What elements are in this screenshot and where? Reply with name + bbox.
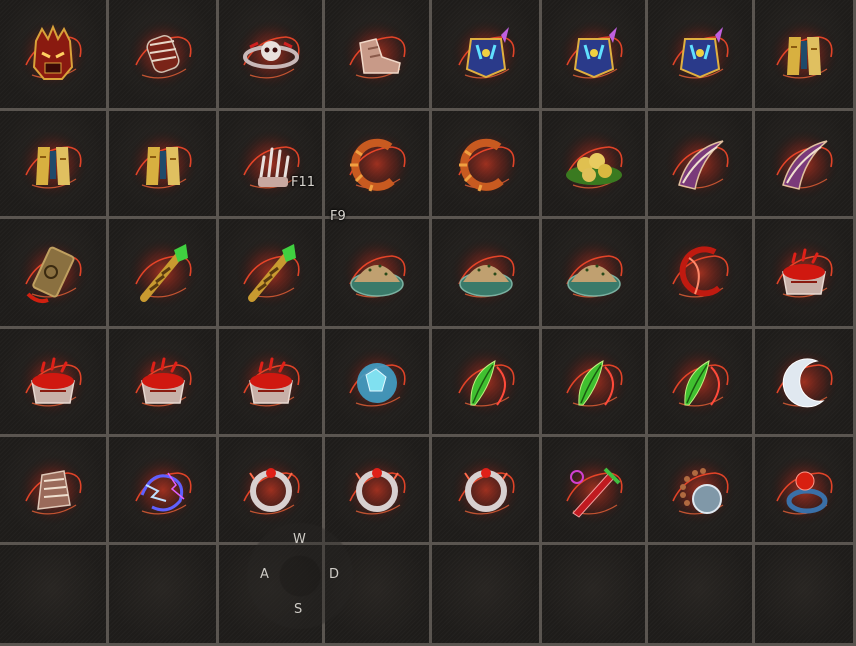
inventory-slot[interactable] [0, 329, 109, 437]
inventory-slot[interactable] [542, 545, 648, 646]
key-w[interactable]: W [293, 532, 306, 547]
inventory-slot[interactable] [755, 329, 856, 437]
inventory-slot[interactable] [755, 0, 856, 111]
jade-scepter-icon[interactable] [234, 236, 307, 309]
silver-ring-icon[interactable] [234, 453, 307, 526]
inventory-grid [0, 0, 856, 646]
bone-gauntlet-icon[interactable] [17, 453, 89, 526]
inventory-slot[interactable] [432, 545, 542, 646]
bead-necklace-icon[interactable] [664, 453, 736, 526]
inventory-slot[interactable] [219, 219, 325, 329]
inventory-slot[interactable] [542, 0, 648, 111]
inventory-slot[interactable] [109, 0, 219, 111]
green-feather-icon[interactable] [664, 345, 736, 418]
gold-robe-icon[interactable] [768, 18, 840, 90]
hotkey-hint-f9: F9 [330, 209, 346, 224]
inventory-slot[interactable] [325, 219, 432, 329]
inventory-slot[interactable] [109, 329, 219, 437]
curved-blade-icon[interactable] [768, 127, 840, 200]
inventory-slot[interactable] [0, 111, 109, 219]
green-feather-icon[interactable] [449, 345, 522, 418]
inventory-slot[interactable] [432, 219, 542, 329]
blood-cauldron-icon[interactable] [126, 345, 199, 418]
inventory-slot[interactable] [648, 329, 755, 437]
inventory-slot[interactable] [542, 111, 648, 219]
silver-ring-icon[interactable] [341, 453, 413, 526]
spiked-bracelet-icon[interactable] [341, 127, 413, 200]
ice-crystal-icon[interactable] [341, 345, 413, 418]
inventory-slot[interactable] [648, 219, 755, 329]
blood-cauldron-icon[interactable] [17, 345, 89, 418]
inventory-slot[interactable] [109, 437, 219, 545]
skull-belt-icon[interactable] [234, 18, 307, 90]
spiked-bracelet-icon[interactable] [449, 127, 522, 200]
inventory-slot[interactable] [219, 329, 325, 437]
inventory-slot[interactable] [0, 219, 109, 329]
gold-robe-icon[interactable] [17, 127, 89, 200]
jade-scepter-icon[interactable] [126, 236, 199, 309]
crimson-ring-icon[interactable] [664, 236, 736, 309]
inventory-slot[interactable] [0, 545, 109, 646]
key-a[interactable]: A [260, 567, 269, 582]
inventory-slot[interactable] [325, 437, 432, 545]
leather-boots-icon[interactable] [341, 18, 413, 90]
inventory-slot[interactable] [755, 545, 856, 646]
jeweled-armor-icon[interactable] [557, 18, 630, 90]
inventory-slot[interactable] [432, 0, 542, 111]
inventory-slot[interactable] [0, 437, 109, 545]
ancient-scroll-icon[interactable] [17, 236, 89, 309]
inventory-slot[interactable] [432, 437, 542, 545]
inventory-slot[interactable] [755, 437, 856, 545]
inventory-slot[interactable] [219, 111, 325, 219]
wasd-movement-pad[interactable]: W A D S [246, 522, 354, 630]
inventory-slot[interactable] [542, 437, 648, 545]
inventory-slot[interactable] [325, 329, 432, 437]
inventory-slot[interactable] [109, 111, 219, 219]
inventory-slot[interactable] [648, 437, 755, 545]
lightning-dragon-icon[interactable] [126, 453, 199, 526]
key-d[interactable]: D [329, 567, 339, 582]
inventory-slot[interactable] [109, 219, 219, 329]
inventory-slot[interactable] [755, 219, 856, 329]
spice-bowl-icon[interactable] [449, 236, 522, 309]
jeweled-armor-icon[interactable] [664, 18, 736, 90]
blood-cauldron-icon[interactable] [768, 236, 840, 309]
inventory-slot[interactable] [0, 0, 109, 111]
hotkey-hint-f11: F11 [291, 175, 316, 190]
key-s[interactable]: S [294, 602, 302, 617]
inventory-slot[interactable] [325, 0, 432, 111]
inventory-slot[interactable] [648, 545, 755, 646]
demon-helmet-icon[interactable] [17, 18, 89, 90]
inventory-slot[interactable] [219, 0, 325, 111]
inventory-slot[interactable] [542, 219, 648, 329]
blood-cauldron-icon[interactable] [234, 345, 307, 418]
inventory-slot[interactable] [432, 329, 542, 437]
silver-crescent-icon[interactable] [768, 345, 840, 418]
inventory-slot[interactable] [432, 111, 542, 219]
fruit-bowl-icon[interactable] [557, 127, 630, 200]
curved-blade-icon[interactable] [664, 127, 736, 200]
venom-dagger-icon[interactable] [557, 453, 630, 526]
spice-bowl-icon[interactable] [557, 236, 630, 309]
gold-robe-icon[interactable] [126, 127, 199, 200]
spice-bowl-icon[interactable] [341, 236, 413, 309]
armored-gauntlet-icon[interactable] [126, 18, 199, 90]
inventory-slot[interactable] [648, 111, 755, 219]
inventory-slot[interactable] [109, 545, 219, 646]
inventory-slot[interactable] [325, 111, 432, 219]
jeweled-armor-icon[interactable] [449, 18, 522, 90]
silver-ring-icon[interactable] [449, 453, 522, 526]
green-feather-icon[interactable] [557, 345, 630, 418]
inventory-slot[interactable] [542, 329, 648, 437]
inventory-slot[interactable] [755, 111, 856, 219]
ruby-ring-icon[interactable] [768, 453, 840, 526]
inventory-slot[interactable] [648, 0, 755, 111]
